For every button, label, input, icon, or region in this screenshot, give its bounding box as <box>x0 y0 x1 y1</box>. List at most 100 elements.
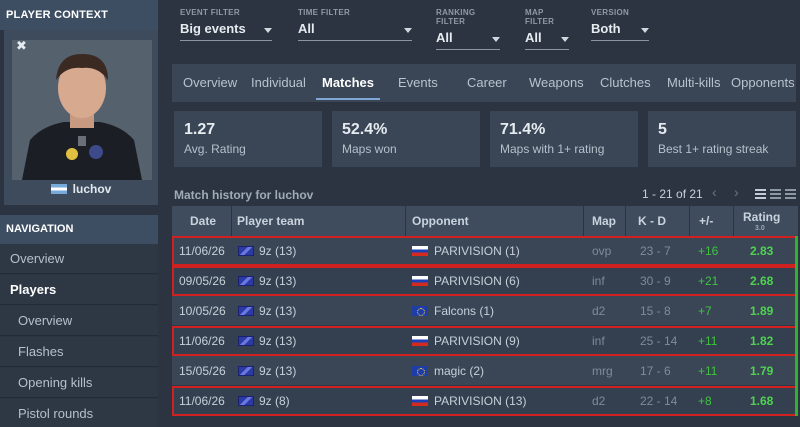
column-rating[interactable]: Rating <box>734 206 798 236</box>
team-9z-logo-icon <box>238 336 254 346</box>
ranking-filter-select[interactable]: All <box>436 30 500 50</box>
cell-date[interactable]: 09/05/26 <box>179 266 226 296</box>
time-filter-select[interactable]: All <box>298 21 412 41</box>
cell-opponent[interactable]: PARIVISION (9) <box>412 326 520 356</box>
tab-overview[interactable]: Overview <box>183 64 237 102</box>
cell-opponent[interactable]: Falcons (1) <box>412 296 494 326</box>
nav-item-players-overview[interactable]: Overview <box>0 306 158 336</box>
map-filter[interactable]: MAP FILTER All <box>525 0 569 50</box>
table-row[interactable]: 11/06/26 9z (13) PARIVISION (9) inf 25 - 14 +… <box>172 326 798 356</box>
cell-rating-text: 2.83 <box>750 244 774 258</box>
cell-opponent[interactable]: PARIVISION (13) <box>412 386 526 416</box>
cell-player-team[interactable]: 9z (13) <box>238 266 296 296</box>
tab-matches[interactable]: Matches <box>315 64 381 102</box>
stat-card-rating-streak: 5 Best 1+ rating streak <box>648 111 796 167</box>
event-filter-select[interactable]: Big events <box>180 21 272 41</box>
cell-opponent[interactable]: PARIVISION (1) <box>412 236 520 266</box>
version-filter-select[interactable]: Both <box>591 21 649 41</box>
version-filter-label: VERSION <box>591 8 630 17</box>
cell-player-team[interactable]: 9z (13) <box>238 326 296 356</box>
sidebar: PLAYER CONTEXT ✖ luchov NAVIGATION Overv… <box>0 0 158 427</box>
chevron-right-icon[interactable]: › <box>734 184 739 200</box>
table-row[interactable]: 10/05/26 9z (13) Falcons (1) d2 15 - 8 +7 1.89 <box>172 296 798 326</box>
cell-diff: +8 <box>698 386 712 416</box>
table-row[interactable]: 11/06/26 9z (13) PARIVISION (1) ovp 23 - 7 +1… <box>172 236 798 266</box>
list-view-icon[interactable] <box>755 189 766 199</box>
cell-rating-text: 1.68 <box>750 394 774 408</box>
russia-flag-icon <box>412 396 428 406</box>
ranking-filter[interactable]: RANKING FILTER All <box>436 0 500 50</box>
version-filter[interactable]: VERSION Both <box>591 0 649 41</box>
cell-player-team[interactable]: 9z (13) <box>238 296 296 326</box>
table-row[interactable]: 09/05/26 9z (13) PARIVISION (6) inf 30 - 9 +2… <box>172 266 798 296</box>
cell-date[interactable]: 10/05/26 <box>179 296 226 326</box>
cell-date[interactable]: 11/06/26 <box>179 236 225 266</box>
table-row[interactable]: 15/05/26 9z (13) magic (2) mrg 17 - 6 +11 1.79 <box>172 356 798 386</box>
nav-item-pistol-rounds[interactable]: Pistol rounds <box>0 399 158 427</box>
cell-diff-text: +11 <box>698 364 718 378</box>
cell-date[interactable]: 11/06/26 <box>179 386 225 416</box>
cell-diff: +11 <box>698 326 717 356</box>
player-context-header: PLAYER CONTEXT <box>0 0 158 30</box>
ranking-filter-value: All <box>436 30 453 45</box>
cell-player-team[interactable]: 9z (13) <box>238 356 296 386</box>
cell-map: d2 <box>592 386 605 416</box>
team-9z-logo-icon <box>238 306 254 316</box>
cell-date-text: 10/05/26 <box>179 304 226 318</box>
map-filter-select[interactable]: All <box>525 30 569 50</box>
cell-date-text: 11/06/26 <box>179 394 225 408</box>
cell-opponent[interactable]: magic (2) <box>412 356 484 386</box>
player-name-row[interactable]: luchov <box>4 182 158 196</box>
cell-opponent[interactable]: PARIVISION (6) <box>412 266 520 296</box>
cell-map: inf <box>592 266 605 296</box>
player-photo <box>12 40 152 180</box>
tab-opponents[interactable]: Opponents <box>731 64 795 102</box>
column-map[interactable]: Map <box>584 206 626 236</box>
cell-opponent-text: magic (2) <box>434 364 485 378</box>
tab-events[interactable]: Events <box>398 64 438 102</box>
column-kd[interactable]: K - D <box>626 206 690 236</box>
column-player-team[interactable]: Player team <box>232 206 406 236</box>
cell-player-team[interactable]: 9z (13) <box>238 236 296 266</box>
close-icon[interactable]: ✖ <box>16 38 27 54</box>
cell-rating: 2.83 <box>750 236 773 266</box>
cell-date[interactable]: 15/05/26 <box>179 356 226 386</box>
tab-multi-kills[interactable]: Multi-kills <box>667 64 720 102</box>
stat-card-avg-rating: 1.27 Avg. Rating <box>174 111 322 167</box>
tab-clutches[interactable]: Clutches <box>600 64 651 102</box>
chevron-down-icon <box>492 37 500 42</box>
cell-rating-text: 1.89 <box>750 304 774 318</box>
nav-item-players[interactable]: Players <box>0 275 158 305</box>
cell-rating: 1.68 <box>750 386 773 416</box>
tab-individual[interactable]: Individual <box>251 64 306 102</box>
cell-player-team-text: 9z (13) <box>259 244 297 258</box>
cell-opponent-text: PARIVISION (1) <box>434 244 520 258</box>
column-date[interactable]: Date <box>172 206 232 236</box>
time-filter[interactable]: TIME FILTER All <box>298 0 412 41</box>
chevron-left-icon[interactable]: ‹ <box>712 184 717 200</box>
cell-map: inf <box>592 326 605 356</box>
event-filter[interactable]: EVENT FILTER Big events <box>180 0 272 41</box>
tab-career[interactable]: Career <box>467 64 507 102</box>
compact-view-icon[interactable] <box>770 189 781 199</box>
stat-value: 52.4% <box>342 121 388 138</box>
cell-kd-text: 30 - 9 <box>640 274 671 288</box>
dense-view-icon[interactable] <box>785 189 796 199</box>
stat-label: Maps with 1+ rating <box>500 142 605 156</box>
nav-item-opening-kills[interactable]: Opening kills <box>0 368 158 398</box>
cell-diff-text: +11 <box>698 334 718 348</box>
cell-date[interactable]: 11/06/26 <box>179 326 225 356</box>
cell-kd: 22 - 14 <box>640 386 677 416</box>
nav-item-flashes[interactable]: Flashes <box>0 337 158 367</box>
team-9z-logo-icon <box>238 396 254 406</box>
column-diff[interactable]: +/- <box>690 206 734 236</box>
cell-player-team[interactable]: 9z (8) <box>238 386 290 416</box>
table-row[interactable]: 11/06/26 9z (8) PARIVISION (13) d2 22 - 14 +8… <box>172 386 798 416</box>
stat-card-maps-won: 52.4% Maps won <box>332 111 480 167</box>
column-opponent[interactable]: Opponent <box>406 206 584 236</box>
chevron-down-icon <box>264 28 272 33</box>
event-filter-label: EVENT FILTER <box>180 8 240 17</box>
nav-item-overview[interactable]: Overview <box>0 244 158 274</box>
player-name[interactable]: luchov <box>73 182 112 196</box>
tab-weapons[interactable]: Weapons <box>529 64 584 102</box>
